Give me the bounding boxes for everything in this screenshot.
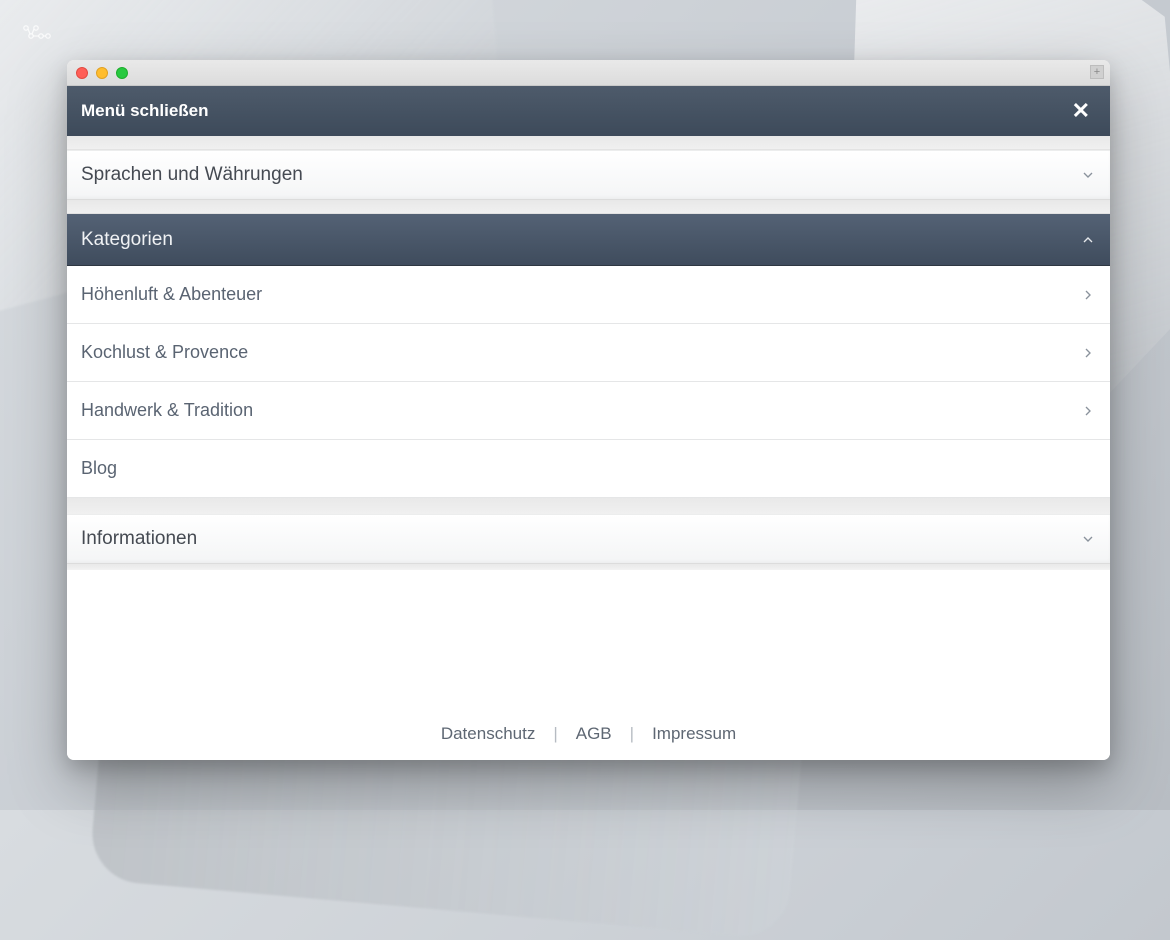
footer-link-agb[interactable]: AGB: [576, 724, 612, 744]
window-titlebar[interactable]: +: [67, 60, 1110, 86]
menu-close-bar[interactable]: Menü schließen ✕: [67, 86, 1110, 136]
chevron-right-icon: [1080, 403, 1096, 419]
desktop-logo-icon: [22, 24, 52, 47]
chevron-right-icon: [1080, 287, 1096, 303]
menu-close-label: Menü schließen: [81, 101, 209, 121]
section-label: Sprachen und Währungen: [81, 164, 303, 186]
category-label: Handwerk & Tradition: [81, 400, 253, 421]
category-item[interactable]: Höhenluft & Abenteuer: [67, 266, 1110, 324]
category-label: Blog: [81, 458, 117, 479]
footer-links: Datenschutz | AGB | Impressum: [67, 708, 1110, 760]
chevron-up-icon: [1080, 232, 1096, 248]
window-close-button[interactable]: [76, 67, 88, 79]
chevron-down-icon: [1080, 531, 1096, 547]
window-minimize-button[interactable]: [96, 67, 108, 79]
window-zoom-button[interactable]: [116, 67, 128, 79]
category-label: Höhenluft & Abenteuer: [81, 284, 262, 305]
section-label: Informationen: [81, 528, 197, 550]
section-information[interactable]: Informationen: [67, 514, 1110, 564]
category-label: Kochlust & Provence: [81, 342, 248, 363]
traffic-lights: [76, 67, 128, 79]
separator: |: [630, 724, 634, 744]
section-categories[interactable]: Kategorien: [67, 214, 1110, 266]
spacer: [67, 498, 1110, 514]
window-content: Menü schließen ✕ Sprachen und Währungen …: [67, 86, 1110, 760]
close-icon[interactable]: ✕: [1066, 94, 1096, 128]
section-languages[interactable]: Sprachen und Währungen: [67, 150, 1110, 200]
app-window: + Menü schließen ✕ Sprachen und Währunge…: [67, 60, 1110, 760]
footer-link-privacy[interactable]: Datenschutz: [441, 724, 536, 744]
section-label: Kategorien: [81, 229, 173, 251]
category-item[interactable]: Handwerk & Tradition: [67, 382, 1110, 440]
spacer: [67, 200, 1110, 214]
window-expand-button[interactable]: +: [1090, 65, 1104, 79]
chevron-right-icon: [1080, 345, 1096, 361]
footer-link-impressum[interactable]: Impressum: [652, 724, 736, 744]
spacer: [67, 136, 1110, 150]
category-item-blog[interactable]: Blog: [67, 440, 1110, 498]
separator: |: [553, 724, 557, 744]
chevron-down-icon: [1080, 167, 1096, 183]
category-item[interactable]: Kochlust & Provence: [67, 324, 1110, 382]
content-area: [67, 570, 1110, 708]
